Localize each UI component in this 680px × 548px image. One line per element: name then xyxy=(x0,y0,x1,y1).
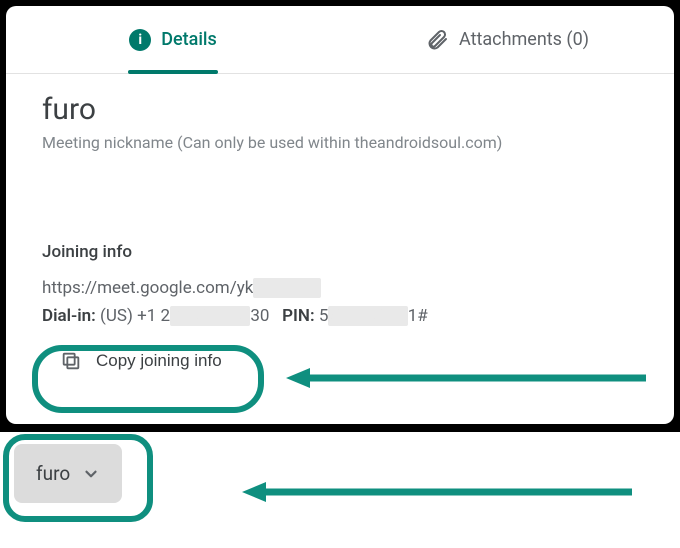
dial-in-prefix: (US) +1 2 xyxy=(100,306,170,326)
attachment-icon xyxy=(425,28,449,52)
copy-icon xyxy=(60,350,82,372)
chevron-down-icon xyxy=(82,465,100,483)
tab-details-label: Details xyxy=(161,29,217,50)
redacted-text: 05-555-55 xyxy=(170,306,250,326)
meeting-link: https://meet.google.com/ykxxx-xxxx xyxy=(42,278,638,298)
meeting-subtitle: Meeting nickname (Can only be used withi… xyxy=(42,133,638,152)
content-area: furo Meeting nickname (Can only be used … xyxy=(6,74,674,382)
meeting-chip-label: furo xyxy=(36,462,70,485)
copy-joining-info-button[interactable]: Copy joining info xyxy=(42,340,240,382)
pin-label: PIN: xyxy=(282,306,314,326)
tab-bar: i Details Attachments (0) xyxy=(6,6,674,74)
dial-in-row: Dial-in: (US) +1 205-555-5530 PIN: 555 5… xyxy=(42,306,638,326)
tab-details[interactable]: i Details xyxy=(6,6,340,73)
redacted-text: 55 555 55 xyxy=(328,306,407,326)
meeting-title: furo xyxy=(42,92,638,127)
tab-attachments-label: Attachments (0) xyxy=(459,29,589,50)
meeting-link-prefix: https://meet.google.com/yk xyxy=(42,278,253,298)
redacted-text: xxx-xxxx xyxy=(253,278,321,298)
dial-in-suffix: 30 xyxy=(250,306,269,326)
joining-info-header: Joining info xyxy=(42,242,638,262)
pin-suffix: 1# xyxy=(408,306,428,326)
dial-in-label: Dial-in: xyxy=(42,306,96,326)
copy-button-label: Copy joining info xyxy=(96,351,222,371)
meeting-details-panel: i Details Attachments (0) furo Meeting n… xyxy=(6,6,674,424)
pin-prefix: 5 xyxy=(319,306,329,326)
tab-attachments[interactable]: Attachments (0) xyxy=(340,6,674,73)
info-icon: i xyxy=(129,29,151,51)
meeting-chip[interactable]: furo xyxy=(14,444,122,503)
